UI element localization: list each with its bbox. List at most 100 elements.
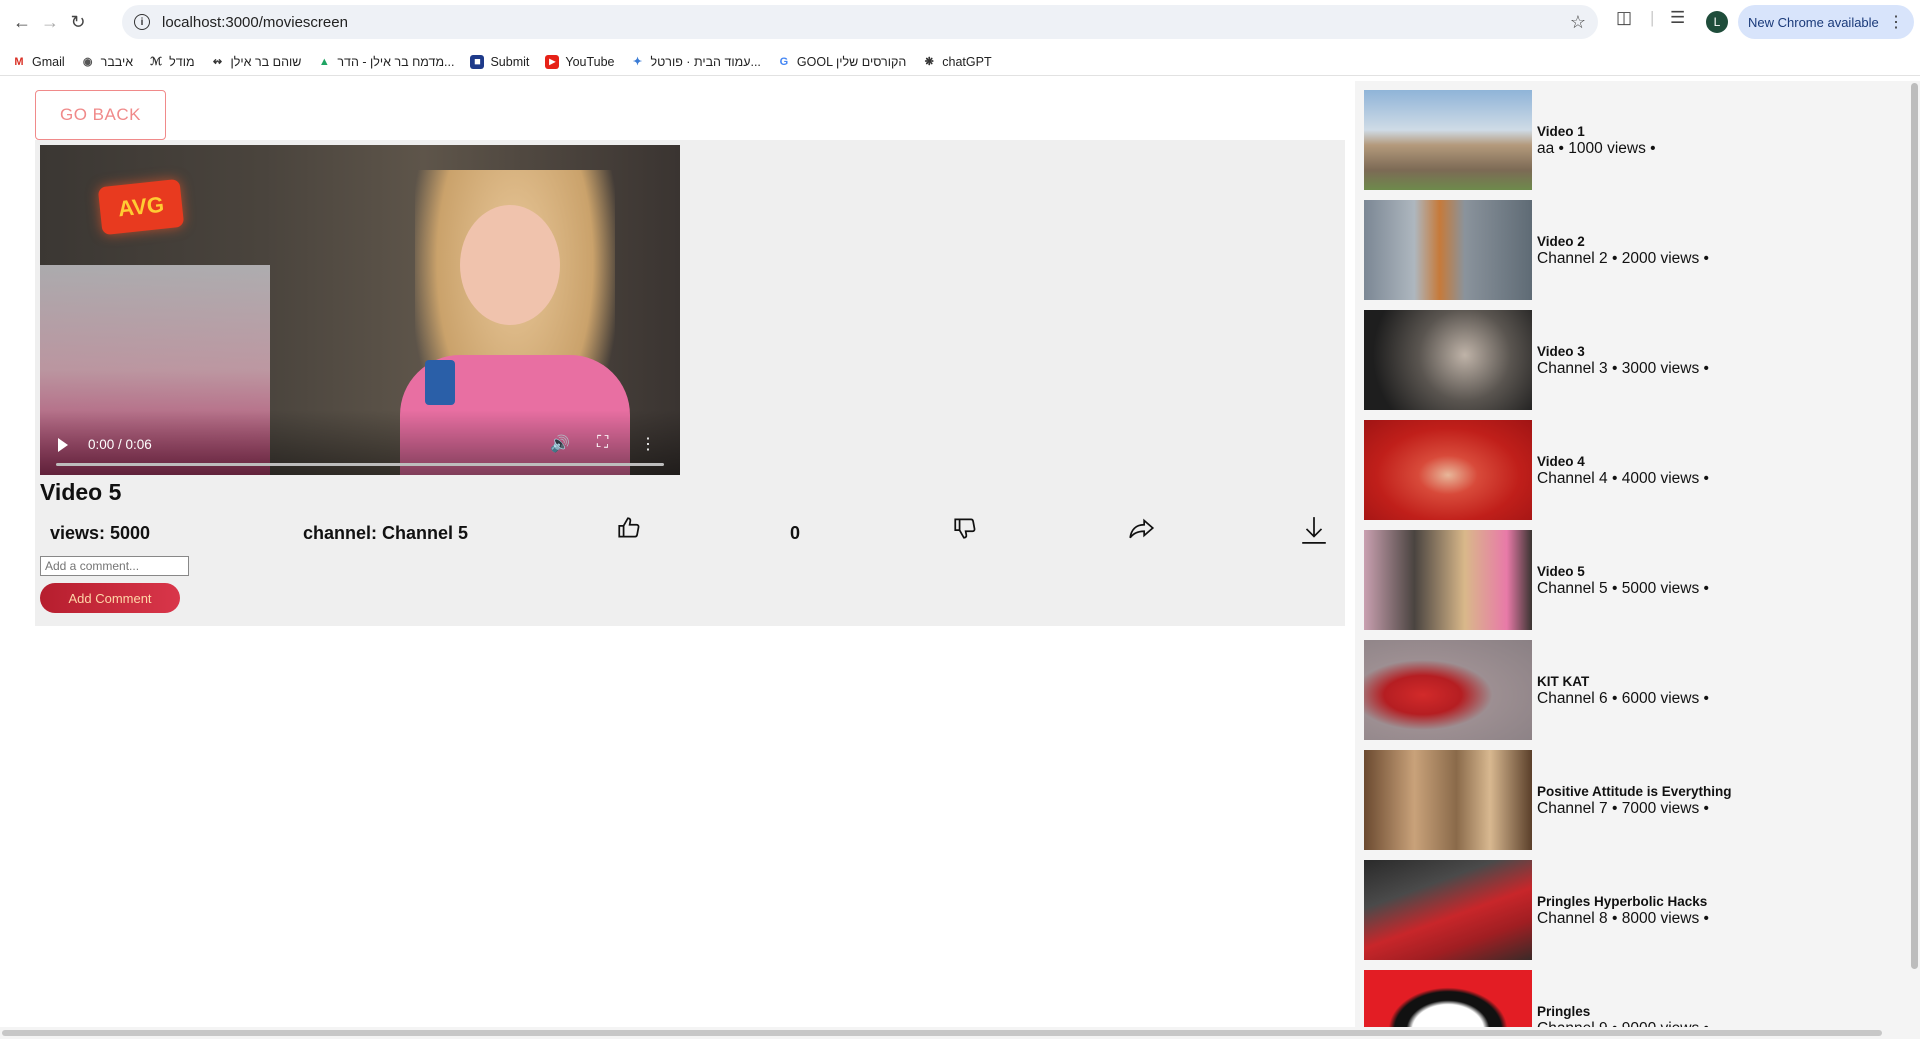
sidebar-item-meta: aa • 1000 views • [1537, 140, 1656, 157]
channel-name: channel: Channel 5 [303, 523, 469, 543]
bookmark-label: Gmail [32, 54, 65, 69]
video-thumbnail[interactable] [1364, 200, 1532, 300]
bookmark-label: GOOL הקורסים שלין [796, 54, 907, 69]
sidebar-item-title: Video 4 [1537, 454, 1585, 469]
download-icon[interactable] [1300, 515, 1328, 550]
related-videos-sidebar: Video 1 aa • 1000 views • Video 2 Channel … [1355, 81, 1909, 1031]
media-queue-icon[interactable]: ☰ [1670, 8, 1685, 28]
bookmark-4[interactable]: ↭ שוהם בר אילן [211, 54, 302, 69]
submit-icon: ■ [470, 54, 485, 69]
bookmark-label: מדמח בר אילן - הדר... [337, 54, 455, 69]
go-back-button[interactable]: GO BACK [35, 90, 166, 140]
video-subject-face [460, 205, 560, 325]
video-thumbnail[interactable] [1364, 310, 1532, 410]
google-icon: G [779, 55, 789, 68]
bookmark-label: שוהם בר אילן [230, 54, 302, 69]
fullscreen-icon[interactable]: ⛶ [597, 434, 608, 452]
sidebar-item-video-4[interactable]: Video 4 Channel 4 • 4000 views • [1364, 420, 1904, 520]
scrollbar-thumb[interactable] [1911, 83, 1918, 969]
video-title: Video 5 [40, 479, 122, 505]
video-meta-row: views: 5000 channel: Channel 5 0 [40, 515, 1340, 555]
video-player[interactable]: AVG 0:00 / 0:06 🔊 ⛶ ⋮ [40, 145, 680, 475]
gmail-icon: M [14, 55, 24, 68]
bookmarks-bar: M Gmail ◉ איבבר ℳ מודל ↭ שוהם בר אילן ▲ מדמח … [0, 48, 1920, 76]
bookmark-gool[interactable]: G GOOL הקורסים שלין [777, 54, 907, 69]
vertical-scrollbar[interactable] [1909, 81, 1920, 1031]
info-icon[interactable]: i [134, 14, 150, 30]
url-text: localhost:3000/moviescreen [162, 13, 348, 31]
sidebar-item-meta: Channel 8 • 8000 views • [1537, 910, 1709, 927]
add-comment-button[interactable]: Add Comment [40, 583, 180, 613]
thumbs-up-icon[interactable] [616, 515, 642, 546]
bookmark-chatgpt[interactable]: ❋ chatGPT [922, 54, 992, 69]
address-bar[interactable]: i localhost:3000/moviescreen ☆ [122, 5, 1598, 39]
bookmark-star-icon[interactable]: ☆ [1570, 12, 1586, 33]
sidebar-item-title: Pringles Hyperbolic Hacks [1537, 894, 1708, 909]
avg-logo: AVG [97, 178, 185, 236]
sidebar-item-meta: Channel 7 • 7000 views • [1537, 800, 1709, 817]
sidebar-item-video-1[interactable]: Video 1 aa • 1000 views • [1364, 90, 1904, 190]
views-count: views: 5000 [50, 523, 151, 543]
player-panel: AVG 0:00 / 0:06 🔊 ⛶ ⋮ Video 5 views: 500… [35, 140, 1345, 626]
chrome-update-label: New Chrome available [1748, 14, 1879, 30]
sidebar-item-video-2[interactable]: Video 2 Channel 2 • 2000 views • [1364, 200, 1904, 300]
bookmark-label: מודל [169, 54, 195, 69]
browser-toolbar: ← → ↻ i localhost:3000/moviescreen ☆ ◫ |… [0, 0, 1920, 44]
youtube-icon: ▶ [545, 54, 560, 69]
bookmark-label: איבבר [100, 54, 134, 69]
sidebar-item-video-7[interactable]: Positive Attitude is Everything Channel 7… [1364, 750, 1904, 850]
sidebar-item-title: KIT KAT [1537, 674, 1590, 689]
comment-input[interactable] [40, 556, 189, 576]
video-time: 0:00 / 0:06 [88, 437, 152, 452]
movie-screen: GO BACK AVG 0:00 / 0:06 🔊 ⛶ ⋮ Video 5 vi… [0, 81, 1920, 1031]
bookmark-portal[interactable]: ✦ עמוד הבית · פורטל... [631, 55, 761, 69]
video-progress-bar[interactable] [56, 463, 664, 466]
bookmark-3[interactable]: ℳ מודל [149, 55, 194, 69]
bookmark-label: chatGPT [942, 54, 992, 69]
extensions-icon[interactable]: ◫ [1616, 8, 1632, 28]
sidebar-item-video-9[interactable]: Pringles Channel 9 • 9000 views • [1364, 970, 1904, 1031]
forward-arrow-icon[interactable]: → [36, 8, 64, 36]
sidebar-item-video-8[interactable]: Pringles Hyperbolic Hacks Channel 8 • 800… [1364, 860, 1904, 960]
video-thumbnail[interactable] [1364, 530, 1532, 630]
thumbs-down-icon[interactable] [952, 515, 978, 546]
scrollbar-thumb[interactable] [2, 1030, 1882, 1036]
play-icon[interactable] [58, 438, 68, 452]
video-thumbnail[interactable] [1364, 90, 1532, 190]
sidebar-item-meta: Channel 5 • 5000 views • [1537, 580, 1709, 597]
sidebar-item-video-5[interactable]: Video 5 Channel 5 • 5000 views • [1364, 530, 1904, 630]
bookmark-label: עמוד הבית · פורטל... [650, 54, 761, 69]
link-icon: ↭ [212, 56, 223, 68]
chatgpt-icon: ❋ [924, 56, 934, 68]
bookmark-gmail[interactable]: M Gmail [12, 54, 65, 69]
more-options-icon[interactable]: ⋮ [640, 434, 656, 454]
video-thumbnail[interactable] [1364, 750, 1532, 850]
horizontal-scrollbar[interactable] [0, 1027, 1920, 1039]
sidebar-item-video-6[interactable]: KIT KAT Channel 6 • 6000 views • [1364, 640, 1904, 740]
back-arrow-icon[interactable]: ← [8, 8, 36, 36]
share-icon[interactable] [1128, 515, 1156, 546]
globe-icon: ◉ [82, 56, 93, 68]
sidebar-item-meta: Channel 3 • 3000 views • [1537, 360, 1709, 377]
bookmark-label: YouTube [565, 54, 615, 69]
portal-icon: ✦ [632, 56, 643, 68]
profile-avatar[interactable]: L [1706, 11, 1728, 33]
video-thumbnail[interactable] [1364, 640, 1532, 740]
bookmark-5[interactable]: ▲ מדמח בר אילן - הדר... [317, 54, 455, 69]
likes-count: 0 [790, 523, 801, 543]
sidebar-item-video-3[interactable]: Video 3 Channel 3 • 3000 views • [1364, 310, 1904, 410]
bookmark-submit[interactable]: ■ Submit [470, 54, 530, 69]
bookmark-youtube[interactable]: ▶ YouTube [545, 54, 615, 69]
video-thumbnail[interactable] [1364, 970, 1532, 1031]
reload-icon[interactable]: ↻ [64, 8, 92, 36]
video-thumbnail[interactable] [1364, 860, 1532, 960]
volume-icon[interactable]: 🔊 [550, 434, 570, 454]
bookmark-2[interactable]: ◉ איבבר [81, 55, 133, 69]
chrome-update-button[interactable]: New Chrome available ⋮ [1738, 5, 1914, 39]
toolbar-divider: | [1650, 8, 1655, 27]
drive-icon: ▲ [318, 55, 330, 68]
bookmark-label: Submit [490, 54, 530, 69]
moodle-icon: ℳ [150, 56, 163, 68]
menu-dots-icon[interactable]: ⋮ [1888, 12, 1904, 32]
video-thumbnail[interactable] [1364, 420, 1532, 520]
